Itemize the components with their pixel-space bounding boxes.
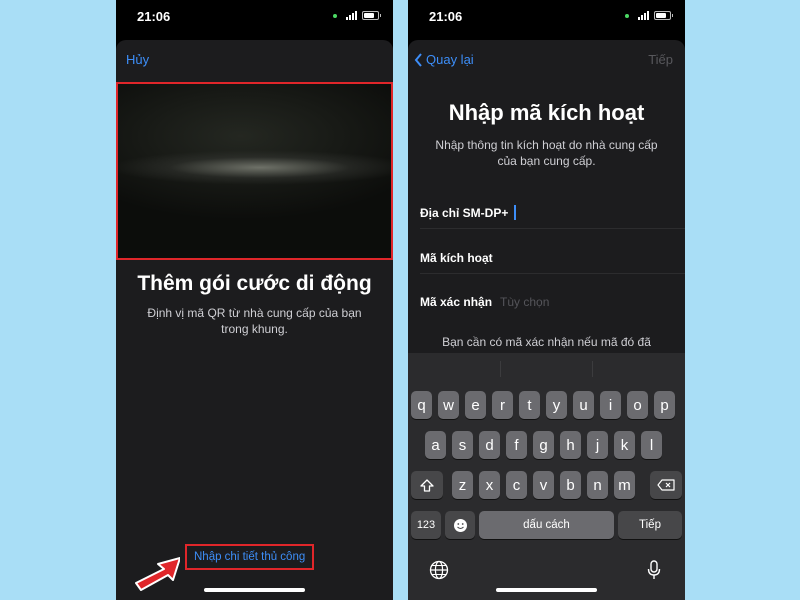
key-b[interactable]: b [560,471,581,499]
key-m[interactable]: m [614,471,635,499]
page-description: Nhập thông tin kích hoạt do nhà cung cấp… [435,138,658,168]
suggestion-bar [408,353,685,385]
page-title: Thêm gói cước di động [137,272,372,295]
activation-code-input[interactable] [500,250,685,265]
signal-icon [346,11,357,20]
activation-sheet: Quay lại Tiếp Nhập mã kích hoạt Nhập thô… [408,40,685,600]
status-time: 21:06 [429,9,463,24]
smdp-address-field[interactable]: Địa chỉ SM-DP+ [420,197,685,229]
text-cursor [514,205,517,220]
signal-icon [638,11,649,20]
qr-camera-viewfinder [116,82,393,260]
key-j[interactable]: j [587,431,608,459]
key-c[interactable]: c [506,471,527,499]
status-time: 21:06 [137,9,171,24]
field-label: Địa chỉ SM-DP+ [420,205,509,220]
back-button[interactable]: Quay lại [414,52,474,67]
key-f[interactable]: f [506,431,527,459]
confirmation-code-field[interactable]: Mã xác nhận [420,286,685,318]
globe-icon[interactable] [427,558,451,582]
delete-key[interactable] [650,471,682,499]
numbers-key[interactable]: 123 [411,511,441,539]
key-l[interactable]: l [641,431,662,459]
key-k[interactable]: k [614,431,635,459]
shift-icon [420,478,434,492]
status-icons [333,11,381,20]
key-a[interactable]: a [425,431,446,459]
key-g[interactable]: g [533,431,554,459]
field-label: Mã kích hoạt [420,250,493,265]
key-i[interactable]: i [600,391,621,419]
confirmation-note: Bạn cần có mã xác nhận nếu mã đó đã [442,335,651,349]
return-key[interactable]: Tiếp [618,511,682,539]
key-y[interactable]: y [546,391,567,419]
chevron-left-icon [414,52,422,67]
home-indicator[interactable] [496,588,597,592]
camera-indicator-icon [333,13,337,18]
page-title: Nhập mã kích hoạt [448,100,645,125]
key-u[interactable]: u [573,391,594,419]
camera-indicator-icon [625,13,629,18]
key-row-3: z x c v b n m [408,471,685,499]
phone-activation-code: 21:06 Quay lại Tiếp Nhập mã kích hoạt Nh… [408,0,685,600]
shift-key[interactable] [411,471,443,499]
suggestion-slot[interactable] [408,353,500,385]
key-v[interactable]: v [533,471,554,499]
key-w[interactable]: w [438,391,459,419]
key-d[interactable]: d [479,431,500,459]
suggestion-slot[interactable] [592,361,685,377]
battery-icon [654,11,673,20]
emoji-key[interactable] [445,511,475,539]
key-z[interactable]: z [452,471,473,499]
nav-bar: Quay lại Tiếp [408,52,685,72]
phone-qr-scan: 21:06 Hủy Thêm gói cước di động Định vị … [116,0,393,600]
key-t[interactable]: t [519,391,540,419]
page-description: Định vị mã QR từ nhà cung cấp của bạn tr… [147,306,362,336]
red-arrow-icon [135,557,180,591]
space-key[interactable]: dấu cách [479,511,614,539]
activation-code-field[interactable]: Mã kích hoạt [420,242,685,274]
home-indicator[interactable] [204,588,305,592]
status-icons [625,11,673,20]
add-plan-sheet: Hủy Thêm gói cước di động Định vị mã QR … [116,40,393,600]
key-n[interactable]: n [587,471,608,499]
key-x[interactable]: x [479,471,500,499]
battery-icon [362,11,381,20]
key-o[interactable]: o [627,391,648,419]
key-s[interactable]: s [452,431,473,459]
key-e[interactable]: e [465,391,486,419]
status-bar: 21:06 [116,0,393,34]
key-row-1: q w e r t y u i o p [408,391,685,419]
key-row-2: a s d f g h j k l [408,431,685,459]
smdp-address-input[interactable] [524,205,685,220]
status-bar: 21:06 [408,0,685,34]
next-button[interactable]: Tiếp [648,52,673,67]
field-label: Mã xác nhận [420,295,493,309]
keyboard: q w e r t y u i o p a s d f g h j k l z … [408,353,685,600]
delete-icon [657,479,675,491]
cancel-button[interactable]: Hủy [126,52,149,67]
manual-entry-link[interactable]: Nhập chi tiết thủ công [185,544,315,570]
key-row-4: 123 dấu cách Tiếp [408,511,685,539]
back-label: Quay lại [426,52,474,67]
key-h[interactable]: h [560,431,581,459]
key-q[interactable]: q [411,391,432,419]
emoji-icon [453,518,467,532]
key-p[interactable]: p [654,391,675,419]
confirmation-code-input[interactable] [500,295,685,309]
suggestion-slot[interactable] [499,361,593,377]
mic-icon[interactable] [642,558,666,582]
key-r[interactable]: r [492,391,513,419]
